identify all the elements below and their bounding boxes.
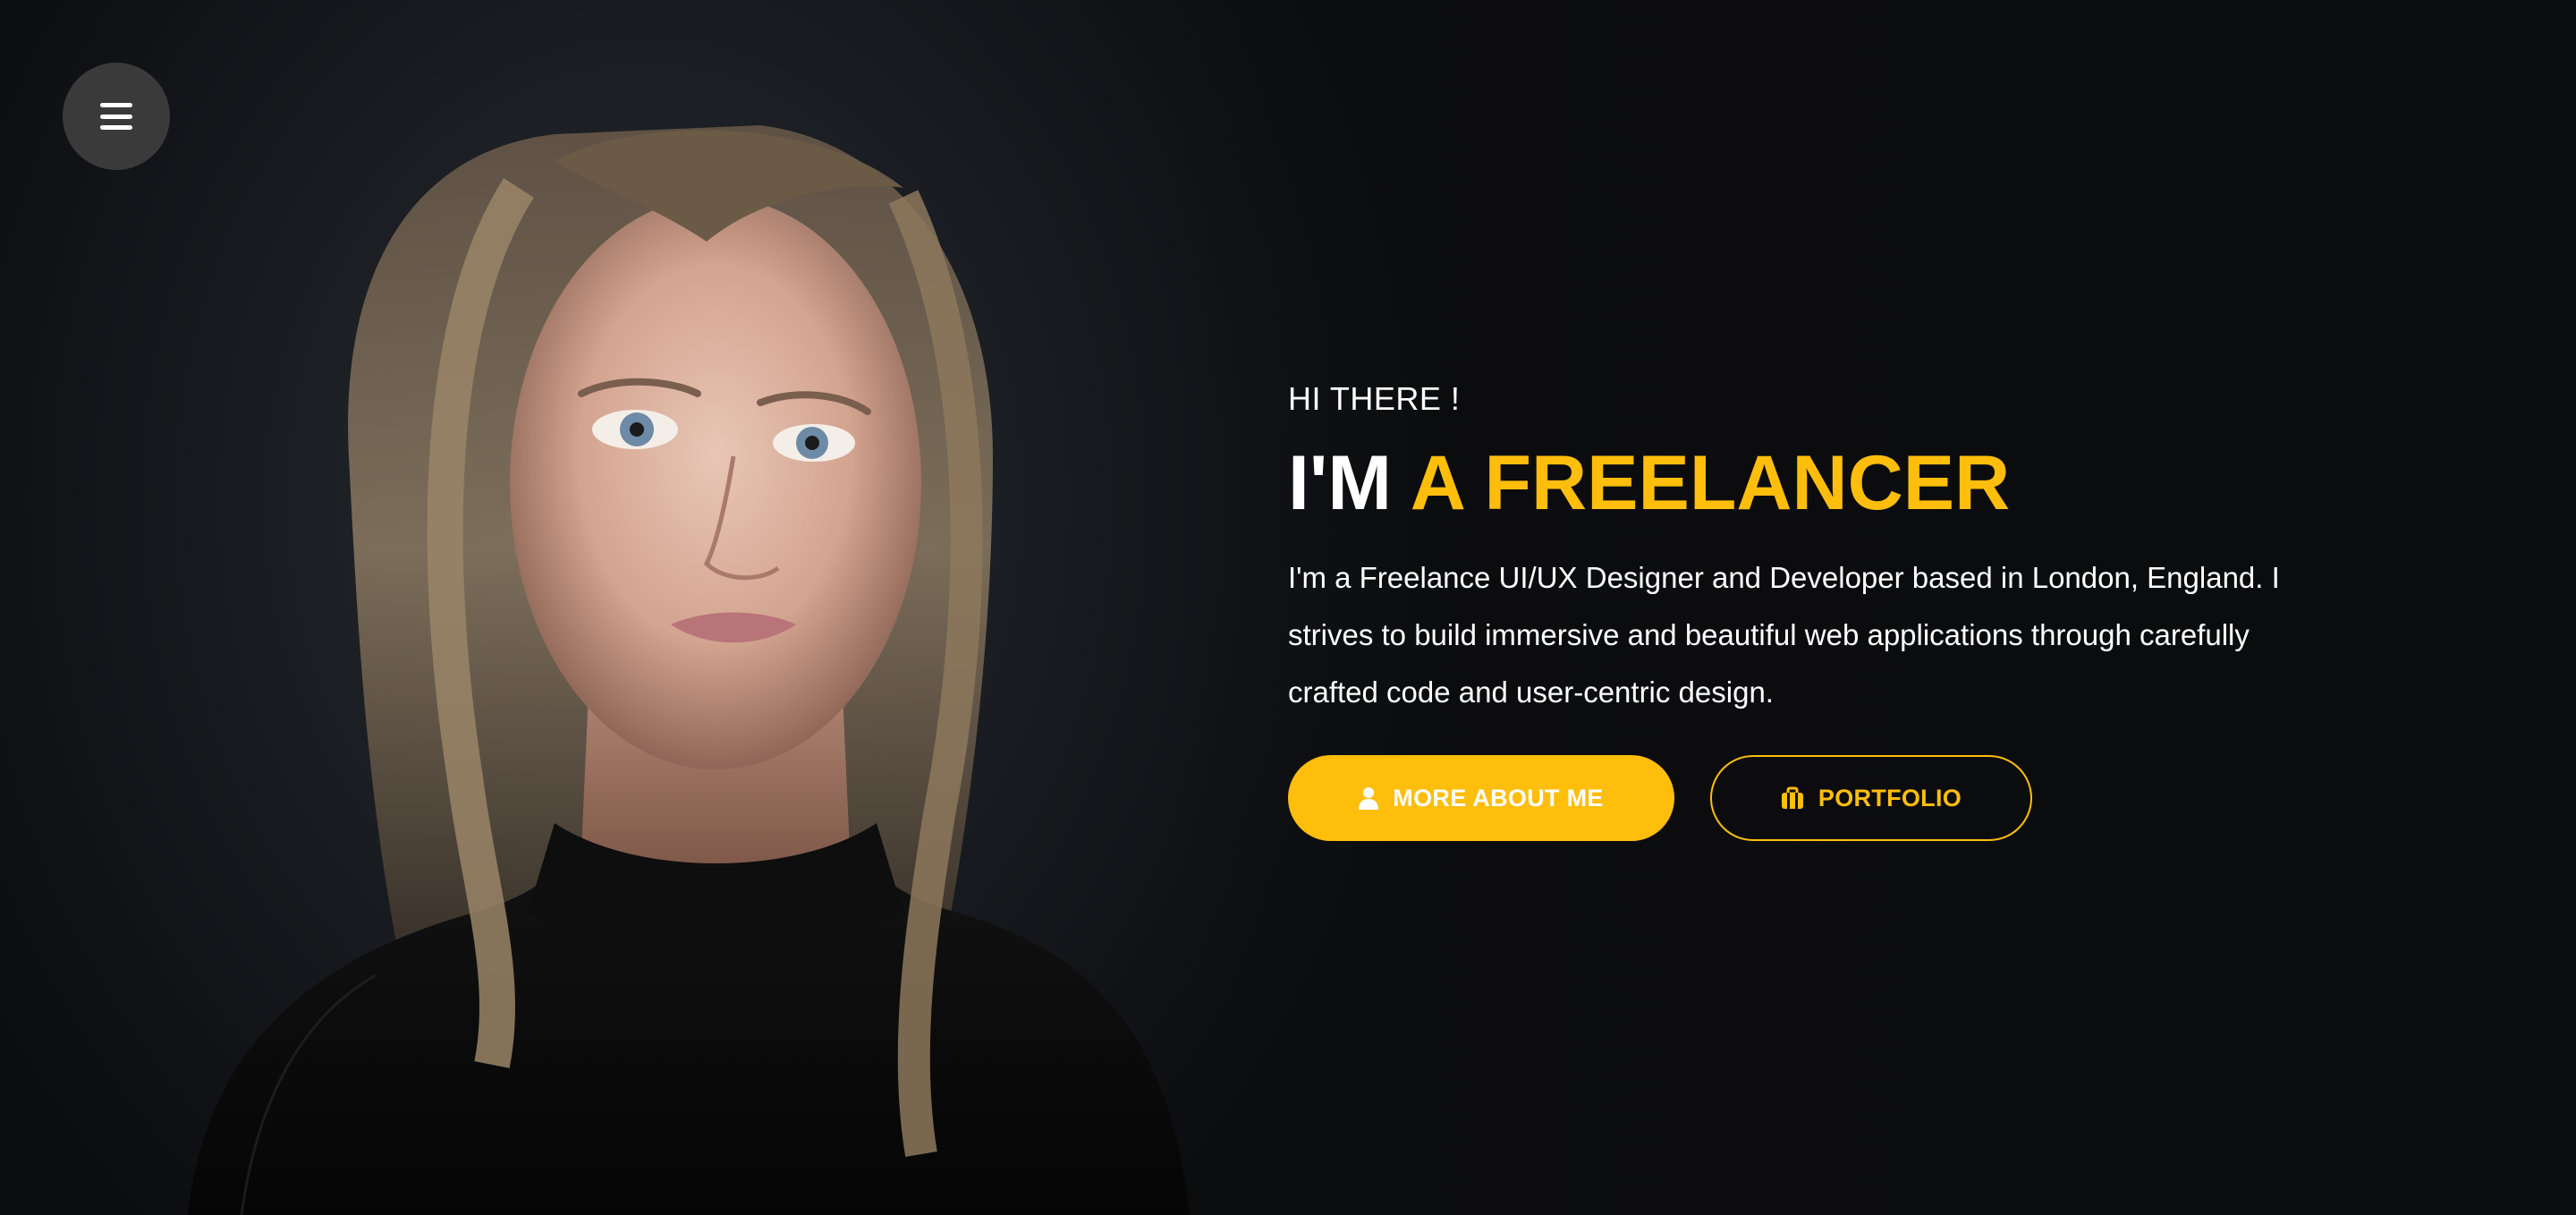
portfolio-button[interactable]: PORTFOLIO (1710, 755, 2032, 841)
more-about-me-label: MORE ABOUT ME (1393, 784, 1604, 811)
hero-buttons: MORE ABOUT ME PORTFOLIO (1288, 755, 2326, 841)
hero-headline: I'M A FREELANCER (1288, 438, 2326, 528)
menu-toggle-button[interactable] (63, 63, 170, 170)
portfolio-label: PORTFOLIO (1818, 784, 1962, 811)
hero-greeting: HI THERE ! (1288, 380, 1461, 417)
portrait-photo (188, 125, 1190, 1215)
headline-prefix: I'M (1288, 440, 1392, 526)
more-about-me-button[interactable]: MORE ABOUT ME (1288, 755, 1674, 841)
hero-section: HI THERE ! I'M A FREELANCER I'm a Freela… (0, 0, 2576, 1215)
headline-accent: A FREELANCER (1410, 440, 2011, 526)
hamburger-menu-icon (100, 103, 132, 130)
hero-content: HI THERE ! I'M A FREELANCER I'm a Freela… (1288, 376, 2326, 841)
user-icon (1359, 786, 1379, 810)
briefcase-icon (1781, 786, 1804, 810)
hero-intro: I'm a Freelance UI/UX Designer and Devel… (1288, 561, 2280, 709)
